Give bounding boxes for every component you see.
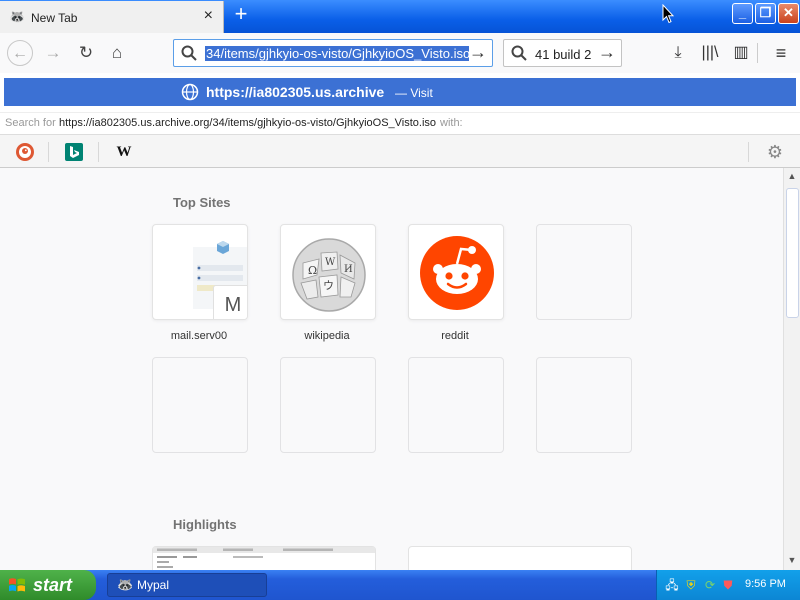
taskbar-item-mypal[interactable]: 🦝 Mypal: [107, 573, 267, 597]
url-bar[interactable]: 34/items/gjhkyio-os-visto/GjhkyioOS_Vist…: [173, 39, 493, 67]
search-settings-gear-icon[interactable]: ⚙: [764, 141, 786, 163]
navigation-toolbar: ← → ↻ ⌂ 34/items/gjhkyio-os-visto/Gjhkyi…: [0, 33, 800, 73]
system-tray: 🖧 ⛨ ⟳ ⛊ 9:56 PM: [656, 570, 800, 600]
mypal-icon: 🦝: [9, 9, 26, 24]
top-site-label: reddit: [441, 330, 469, 342]
svg-text:W: W: [325, 257, 336, 268]
top-site-tile-mail[interactable]: M: [152, 224, 248, 320]
url-suggestion-row[interactable]: https://ia802305.us.archive — Visit: [4, 78, 796, 106]
search-input[interactable]: 41 build 2: [535, 47, 591, 62]
new-tab-page: Top Sites M mail.serv00 Ω W И ウ wikipedi…: [0, 168, 783, 570]
maximize-button[interactable]: ❐: [755, 3, 776, 24]
search-for-label: Search for: [5, 117, 56, 129]
top-site-label: mail.serv00: [170, 330, 228, 342]
bing-icon[interactable]: [63, 141, 85, 163]
go-arrow-icon[interactable]: →: [469, 42, 487, 63]
top-site-tile-empty[interactable]: [536, 224, 632, 320]
top-site-tile-empty[interactable]: [280, 357, 376, 453]
windows-taskbar: start 🦝 Mypal 🖧 ⛨ ⟳ ⛊ 9:56 PM: [0, 570, 800, 600]
reddit-icon: [420, 236, 494, 310]
top-site-tile-empty[interactable]: [536, 357, 632, 453]
scroll-thumb[interactable]: [786, 188, 799, 318]
engine-divider: [98, 142, 99, 162]
engine-divider: [48, 142, 49, 162]
tab-title: New Tab: [31, 11, 78, 25]
top-sites-heading: Top Sites: [173, 195, 231, 210]
top-site-tile-empty[interactable]: [152, 357, 248, 453]
globe-icon: [181, 83, 199, 101]
start-button[interactable]: start: [0, 570, 96, 600]
highlight-card[interactable]: [408, 546, 632, 570]
search-bar[interactable]: 41 build 2 →: [503, 39, 622, 67]
search-for-row: Search for https://ia802305.us.archive.o…: [0, 112, 800, 134]
tab-close-icon[interactable]: ×: [204, 8, 213, 24]
search-for-query: https://ia802305.us.archive.org/34/items…: [59, 117, 437, 129]
wikipedia-globe-icon: Ω W И ウ: [292, 238, 366, 312]
svg-text:ウ: ウ: [323, 279, 334, 292]
search-engines-row: W ⚙: [0, 134, 800, 168]
search-go-icon[interactable]: →: [598, 42, 616, 63]
scroll-down-icon[interactable]: ▼: [786, 554, 798, 566]
suggestion-action: — Visit: [395, 86, 433, 100]
highlight-card[interactable]: [152, 546, 376, 570]
windows-flag-icon: [9, 578, 25, 592]
mouse-cursor-icon: [662, 4, 674, 24]
minimize-button[interactable]: _: [732, 3, 753, 24]
site-letter-icon: M: [213, 285, 247, 319]
duckduckgo-icon[interactable]: [14, 141, 36, 163]
wikipedia-icon[interactable]: W: [113, 141, 135, 163]
forward-button[interactable]: →: [40, 40, 66, 66]
mypal-icon: 🦝: [117, 577, 134, 592]
suggestion-url: https://ia802305.us.archive: [206, 84, 385, 100]
search-icon: [511, 45, 527, 61]
highlights-heading: Highlights: [173, 517, 237, 532]
close-window-button[interactable]: ✕: [778, 3, 799, 24]
top-site-tile-reddit[interactable]: [408, 224, 504, 320]
highlight-thumbnail: [153, 547, 375, 568]
top-site-tile-wikipedia[interactable]: Ω W И ウ: [280, 224, 376, 320]
sidebar-button[interactable]: ▥: [729, 41, 753, 65]
url-input[interactable]: 34/items/gjhkyio-os-visto/GjhkyioOS_Vist…: [205, 46, 469, 61]
page-scrollbar[interactable]: ▲ ▼: [783, 168, 800, 570]
security-shield-icon[interactable]: ⛨: [683, 577, 699, 593]
library-button[interactable]: |||\: [698, 41, 722, 65]
tab-new-tab[interactable]: 🦝 New Tab ×: [0, 1, 224, 33]
network-icon[interactable]: 🖧: [664, 577, 680, 593]
antivirus-icon[interactable]: ⛊: [720, 577, 736, 593]
top-site-tile-empty[interactable]: [408, 357, 504, 453]
svg-text:Ω: Ω: [308, 264, 317, 277]
scroll-up-icon[interactable]: ▲: [786, 170, 798, 182]
reload-button[interactable]: ↻: [73, 40, 99, 66]
back-button[interactable]: ←: [7, 40, 33, 66]
toolbar-divider: [757, 43, 758, 63]
clock: 9:56 PM: [745, 578, 786, 590]
search-for-with: with:: [440, 117, 463, 129]
taskbar-item-label: Mypal: [137, 578, 170, 592]
start-label: start: [33, 575, 73, 595]
top-site-label: wikipedia: [304, 330, 350, 342]
search-icon: [181, 45, 197, 61]
downloads-button[interactable]: ⤓: [666, 41, 690, 65]
engine-divider: [748, 142, 749, 162]
new-tab-button[interactable]: +: [229, 3, 253, 27]
home-button[interactable]: ⌂: [104, 40, 130, 66]
update-icon[interactable]: ⟳: [702, 577, 718, 593]
menu-button[interactable]: ≡: [769, 41, 793, 65]
svg-text:И: И: [344, 264, 353, 275]
title-bar: 🦝 New Tab × + _ ❐ ✕: [0, 0, 800, 33]
